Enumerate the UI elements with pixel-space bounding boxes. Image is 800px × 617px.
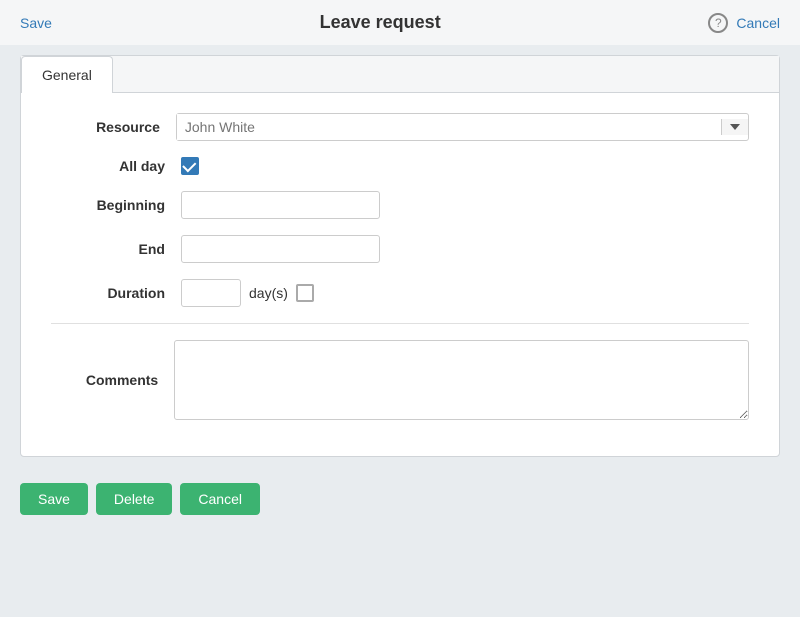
beginning-input[interactable]: 04/12/2023 [181,191,380,219]
duration-controls: 1 day(s) [181,279,314,307]
beginning-row: Beginning 04/12/2023 [51,191,749,219]
top-save-link-wrapper: Save [20,15,52,31]
tab-general[interactable]: General [21,56,113,93]
top-save-link[interactable]: Save [20,15,52,31]
save-button[interactable]: Save [20,483,88,515]
duration-checkbox[interactable] [296,284,314,302]
resource-input[interactable] [177,114,721,140]
resource-row: Resource [51,113,749,141]
allday-checkbox[interactable] [181,157,199,175]
chevron-down-icon [730,124,740,130]
end-label: End [51,241,181,257]
allday-label: All day [51,158,181,174]
comments-row: Comments [51,340,749,420]
form-card: General Resource All day Beginning 04/12… [20,55,780,457]
resource-label: Resource [51,119,176,135]
comments-label: Comments [51,372,174,388]
comments-textarea[interactable] [174,340,749,420]
page-title: Leave request [320,12,441,33]
allday-row: All day [51,157,749,175]
end-row: End 04/12/2023 [51,235,749,263]
top-cancel-link[interactable]: Cancel [736,15,780,31]
cancel-button[interactable]: Cancel [180,483,260,515]
duration-input[interactable]: 1 [181,279,241,307]
bottom-actions: Save Delete Cancel [0,473,800,535]
end-input[interactable]: 04/12/2023 [181,235,380,263]
top-right-actions: ? Cancel [708,13,780,33]
resource-dropdown-btn[interactable] [721,119,748,135]
beginning-label: Beginning [51,197,181,213]
delete-button[interactable]: Delete [96,483,172,515]
duration-unit: day(s) [249,285,288,301]
form-divider [51,323,749,324]
tabs: General [21,56,779,93]
duration-row: Duration 1 day(s) [51,279,749,307]
top-bar: Save Leave request ? Cancel [0,0,800,45]
duration-label: Duration [51,285,181,301]
form-body: Resource All day Beginning 04/12/2023 En… [21,93,779,456]
help-icon[interactable]: ? [708,13,728,33]
resource-select-wrapper [176,113,749,141]
